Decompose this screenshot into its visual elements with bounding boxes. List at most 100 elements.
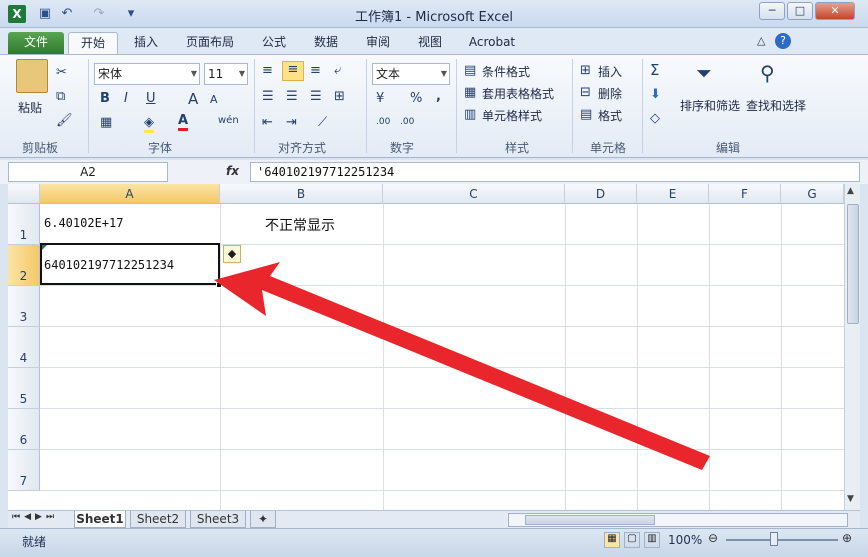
fx-icon[interactable]: fx [226, 164, 239, 178]
help-icon[interactable]: ? [775, 33, 791, 49]
wrap-text-icon[interactable]: ⤶ [334, 63, 341, 78]
fill-color-icon[interactable]: ◈ [144, 115, 154, 133]
number-format-select[interactable]: 文本 ▼ [372, 63, 450, 85]
title-bar: X ▣ ↶ ↷ ▾ 工作簿1 - Microsoft Excel ─ □ ✕ [0, 0, 868, 28]
sheet-tab-3[interactable]: Sheet3 [190, 511, 246, 528]
font-size-value: 11 [208, 67, 224, 81]
decrease-decimal-button[interactable]: .00 [400, 117, 414, 127]
font-size-select[interactable]: 11 ▼ [204, 63, 248, 85]
currency-icon[interactable]: ¥ [376, 91, 384, 106]
sheet-nav-icons[interactable]: ⏮◀▶⏭ [12, 512, 58, 522]
tab-file[interactable]: 文件 [8, 32, 64, 54]
sort-filter-icon[interactable]: ⏷ [696, 61, 722, 91]
copy-icon[interactable]: ⧉ [56, 89, 65, 104]
cell-style-icon[interactable]: ▥ [464, 107, 476, 122]
align-bottom-icon[interactable]: ≡ [310, 63, 321, 78]
number-format-value: 文本 [376, 67, 401, 81]
vertical-scrollbar[interactable]: ▲ ▼ [844, 184, 860, 510]
phonetic-button[interactable]: wén [218, 115, 239, 126]
insert-cells-icon[interactable]: ⊞ [580, 63, 591, 78]
tab-view[interactable]: 视图 [408, 32, 452, 54]
scroll-thumb[interactable] [525, 515, 655, 525]
view-normal-icon[interactable]: ▦ [604, 532, 620, 548]
italic-button[interactable]: I [124, 91, 128, 106]
ribbon-minimize-icon[interactable]: △ [757, 34, 765, 47]
divider [642, 59, 643, 153]
zoom-slider[interactable] [726, 539, 838, 541]
maximize-button[interactable]: □ [787, 2, 813, 20]
scroll-down-icon[interactable]: ▼ [847, 494, 854, 504]
name-box[interactable]: A2 [8, 162, 168, 182]
format-cells-button[interactable]: 格式 [598, 107, 622, 124]
tab-formulas[interactable]: 公式 [252, 32, 296, 54]
comma-button[interactable]: , [436, 89, 441, 104]
sheet-tab-1[interactable]: Sheet1 [74, 511, 126, 528]
font-name-select[interactable]: 宋体 ▼ [94, 63, 200, 85]
view-break-icon[interactable]: ▥ [644, 532, 660, 548]
table-format-icon[interactable]: ▦ [464, 85, 476, 100]
sheet-tab-2[interactable]: Sheet2 [130, 511, 186, 528]
paste-icon[interactable] [16, 59, 48, 93]
tab-page-layout[interactable]: 页面布局 [178, 32, 242, 54]
format-cells-icon[interactable]: ▤ [580, 107, 592, 122]
sheet-tab-bar: ⏮◀▶⏭ Sheet1 Sheet2 Sheet3 ✦ [8, 510, 860, 528]
bold-button[interactable]: B [100, 91, 110, 106]
delete-cells-button[interactable]: 删除 [598, 85, 622, 102]
chevron-down-icon: ▼ [238, 69, 245, 78]
underline-button[interactable]: U [146, 91, 156, 106]
binoculars-icon[interactable]: ⚲ [760, 61, 788, 91]
merge-center-icon[interactable]: ⊞ [334, 89, 345, 104]
clipboard-group-label: 剪贴板 [21, 141, 58, 155]
worksheet-grid[interactable]: A B C D E F G 1 2 3 4 5 6 7 6.40102E+17 … [8, 184, 844, 510]
minimize-button[interactable]: ─ [759, 2, 785, 20]
autosum-button[interactable]: Σ [650, 61, 659, 79]
conditional-format-icon[interactable]: ▤ [464, 63, 476, 78]
status-ready: 就绪 [22, 535, 47, 549]
align-middle-icon[interactable]: ≡ [282, 61, 304, 81]
border-icon[interactable]: ▦ [100, 115, 112, 130]
grow-font-button[interactable]: A [188, 90, 198, 108]
clear-icon[interactable]: ◇ [650, 111, 660, 126]
paste-button[interactable]: 粘贴 [18, 99, 42, 116]
scroll-up-icon[interactable]: ▲ [847, 186, 854, 196]
zoom-level[interactable]: 100% [668, 533, 702, 547]
tab-acrobat[interactable]: Acrobat [462, 32, 522, 54]
tab-insert[interactable]: 插入 [124, 32, 168, 54]
insert-sheet-icon[interactable]: ✦ [250, 511, 276, 528]
increase-indent-icon[interactable]: ⇥ [286, 115, 297, 130]
zoom-in-icon[interactable]: ⊕ [842, 531, 852, 545]
view-layout-icon[interactable]: ▢ [624, 532, 640, 548]
ribbon-tab-bar: 文件 开始 插入 页面布局 公式 数据 审阅 视图 Acrobat ? △ [0, 28, 868, 54]
insert-cells-button[interactable]: 插入 [598, 63, 622, 80]
cut-icon[interactable]: ✂ [56, 65, 67, 80]
tab-home[interactable]: 开始 [68, 32, 118, 54]
horizontal-scrollbar[interactable] [508, 513, 848, 527]
orientation-icon[interactable]: ⟋ [318, 115, 327, 130]
conditional-format-button[interactable]: 条件格式 [482, 63, 530, 80]
tab-data[interactable]: 数据 [304, 32, 348, 54]
decrease-indent-icon[interactable]: ⇤ [262, 115, 273, 130]
zoom-slider-thumb[interactable] [770, 532, 778, 546]
increase-decimal-button[interactable]: .00 [376, 117, 390, 127]
font-color-icon[interactable]: A [178, 113, 189, 131]
tab-review[interactable]: 审阅 [356, 32, 400, 54]
align-left-icon[interactable]: ☰ [262, 89, 274, 104]
scroll-thumb[interactable] [847, 204, 859, 324]
cell-style-button[interactable]: 单元格样式 [482, 107, 542, 124]
table-format-button[interactable]: 套用表格格式 [482, 85, 554, 102]
sort-filter-button[interactable]: 排序和筛选 [680, 97, 740, 114]
alignment-group-label: 对齐方式 [277, 141, 326, 155]
fill-icon[interactable]: ⬇ [650, 87, 661, 102]
percent-button[interactable]: % [410, 91, 422, 106]
align-top-icon[interactable]: ≡ [262, 63, 273, 78]
find-select-button[interactable]: 查找和选择 [746, 97, 806, 114]
shrink-font-button[interactable]: A [210, 93, 218, 106]
align-right-icon[interactable]: ☰ [310, 89, 322, 104]
align-center-icon[interactable]: ☰ [286, 89, 298, 104]
delete-cells-icon[interactable]: ⊟ [580, 85, 591, 100]
close-button[interactable]: ✕ [815, 2, 855, 20]
annotation-arrow [214, 262, 710, 470]
zoom-out-icon[interactable]: ⊖ [708, 531, 718, 545]
format-painter-icon[interactable]: 🖌 [56, 113, 73, 128]
formula-input[interactable]: '640102197712251234 [250, 162, 860, 182]
